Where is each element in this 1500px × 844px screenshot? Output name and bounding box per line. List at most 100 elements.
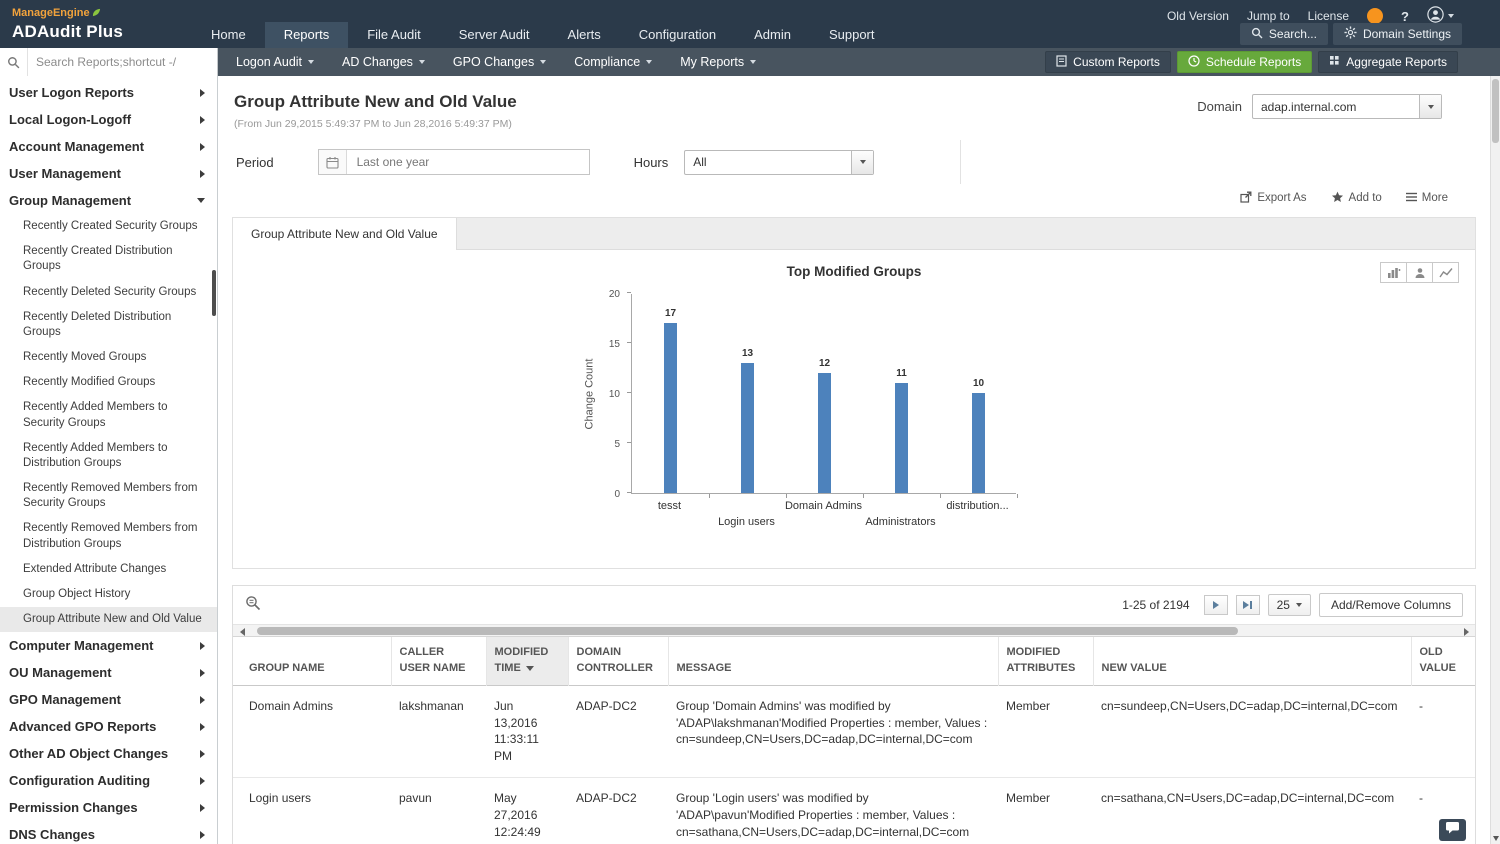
menu-logon-audit[interactable]: Logon Audit	[222, 48, 328, 76]
column-search-icon[interactable]	[245, 595, 261, 616]
sidebar-subitem-recently-created-security-groups[interactable]: Recently Created Security Groups	[0, 214, 217, 239]
sidebar-subitem-extended-attribute-changes[interactable]: Extended Attribute Changes	[0, 557, 217, 582]
nav-support[interactable]: Support	[810, 22, 894, 48]
old-version-link[interactable]: Old Version	[1167, 9, 1229, 23]
sidebar-item-other-ad-object-changes[interactable]: Other AD Object Changes	[0, 740, 217, 767]
chart-bar[interactable]	[664, 323, 677, 493]
sidebar-scrollbar-thumb[interactable]	[212, 270, 216, 316]
table-row[interactable]: Domain AdminslakshmananJun 13,2016 11:33…	[233, 685, 1475, 777]
horizontal-scrollbar-thumb[interactable]	[257, 627, 1238, 635]
column-header-new-value[interactable]: NEW VALUE	[1093, 637, 1411, 685]
column-header-caller-user-name[interactable]: CALLER USER NAME	[391, 637, 486, 685]
sidebar-item-account-management[interactable]: Account Management	[0, 133, 217, 160]
menu-gpo-changes[interactable]: GPO Changes	[439, 48, 560, 76]
chevron-down-icon	[197, 198, 205, 203]
column-header-modified-time[interactable]: MODIFIED TIME	[486, 637, 568, 685]
sidebar-item-user-logon-reports[interactable]: User Logon Reports	[0, 79, 217, 106]
column-header-modified-attributes[interactable]: MODIFIED ATTRIBUTES	[998, 637, 1093, 685]
sidebar-item-permission-changes[interactable]: Permission Changes	[0, 794, 217, 821]
chart-bar[interactable]	[818, 373, 831, 493]
sidebar-subitem-group-object-history[interactable]: Group Object History	[0, 582, 217, 607]
nav-home[interactable]: Home	[192, 22, 265, 48]
hours-select[interactable]: All	[684, 150, 874, 175]
help-icon[interactable]: ?	[1401, 9, 1409, 24]
scroll-down-arrow[interactable]	[1493, 836, 1499, 841]
sidebar-item-gpo-management[interactable]: GPO Management	[0, 686, 217, 713]
sidebar-item-dns-changes[interactable]: DNS Changes	[0, 821, 217, 844]
add-to-link[interactable]: Add to	[1331, 191, 1382, 206]
sidebar-subitem-recently-removed-members-from-distribution-groups[interactable]: Recently Removed Members from Distributi…	[0, 516, 217, 556]
table-row[interactable]: Login userspavunMay 27,2016 12:24:49ADAP…	[233, 778, 1475, 844]
nav-alerts[interactable]: Alerts	[549, 22, 620, 48]
sidebar-subitem-recently-added-members-to-security-groups[interactable]: Recently Added Members to Security Group…	[0, 395, 217, 435]
calendar-icon[interactable]	[319, 150, 347, 174]
column-header-message[interactable]: MESSAGE	[668, 637, 998, 685]
sidebar-item-group-management[interactable]: Group Management	[0, 187, 217, 214]
horizontal-scrollbar[interactable]	[233, 624, 1475, 637]
export-as-label: Export As	[1257, 192, 1306, 204]
bar-chart-view-button[interactable]	[1380, 262, 1407, 283]
sidebar-item-label: Permission Changes	[9, 800, 138, 815]
period-input[interactable]	[347, 150, 589, 174]
sidebar-subitem-group-attribute-new-and-old-value[interactable]: Group Attribute New and Old Value	[0, 607, 217, 632]
nav-configuration[interactable]: Configuration	[620, 22, 735, 48]
column-header-group-name[interactable]: GROUP NAME	[233, 637, 391, 685]
vertical-scrollbar-thumb[interactable]	[1492, 79, 1499, 143]
search-icon[interactable]	[0, 48, 28, 76]
chart-bar[interactable]	[741, 363, 754, 493]
menu-compliance[interactable]: Compliance	[560, 48, 666, 76]
nav-file-audit[interactable]: File Audit	[348, 22, 439, 48]
sidebar-item-ou-management[interactable]: OU Management	[0, 659, 217, 686]
license-link[interactable]: License	[1308, 9, 1349, 23]
period-field	[318, 149, 590, 175]
schedule-reports-label: Schedule Reports	[1206, 55, 1301, 69]
support-icon[interactable]	[1367, 8, 1383, 24]
feedback-button[interactable]	[1439, 819, 1466, 841]
custom-reports-button[interactable]: Custom Reports	[1045, 51, 1171, 73]
domain-select[interactable]: adap.internal.com	[1252, 94, 1442, 119]
cell-new-value: cn=sathana,CN=Users,DC=adap,DC=internal,…	[1093, 778, 1411, 844]
sidebar-subitem-recently-deleted-security-groups[interactable]: Recently Deleted Security Groups	[0, 280, 217, 305]
more-link[interactable]: More	[1406, 192, 1448, 205]
sidebar-subitem-recently-added-members-to-distribution-groups[interactable]: Recently Added Members to Distribution G…	[0, 436, 217, 476]
sidebar-subitem-recently-removed-members-from-security-groups[interactable]: Recently Removed Members from Security G…	[0, 476, 217, 516]
scroll-right-arrow[interactable]	[1459, 627, 1473, 636]
export-as-link[interactable]: Export As	[1240, 191, 1306, 206]
sidebar-item-advanced-gpo-reports[interactable]: Advanced GPO Reports	[0, 713, 217, 740]
tab-group-attribute-new-and-old-value[interactable]: Group Attribute New and Old Value	[233, 218, 457, 250]
scroll-left-arrow[interactable]	[235, 627, 249, 636]
page-size-select[interactable]: 25	[1268, 594, 1311, 616]
sidebar-item-user-management[interactable]: User Management	[0, 160, 217, 187]
x-axis-category-label: Login users	[698, 516, 795, 528]
vertical-scrollbar[interactable]	[1490, 76, 1500, 844]
aggregate-reports-button[interactable]: Aggregate Reports	[1318, 51, 1458, 73]
nav-admin[interactable]: Admin	[735, 22, 810, 48]
y-axis-tick-label: 20	[609, 289, 620, 300]
caret-down-icon	[1448, 14, 1454, 18]
report-search-input[interactable]	[28, 48, 217, 76]
sidebar-subitem-recently-modified-groups[interactable]: Recently Modified Groups	[0, 370, 217, 395]
sidebar-item-local-logon-logoff[interactable]: Local Logon-Logoff	[0, 106, 217, 133]
add-remove-columns-button[interactable]: Add/Remove Columns	[1319, 593, 1463, 617]
menu-my-reports[interactable]: My Reports	[666, 48, 770, 76]
schedule-reports-button[interactable]: Schedule Reports	[1177, 51, 1312, 73]
jump-to-link[interactable]: Jump to	[1247, 9, 1290, 23]
column-header-old-value[interactable]: OLD VALUE	[1411, 637, 1475, 685]
line-chart-view-button[interactable]	[1432, 262, 1459, 283]
sidebar-subitem-recently-moved-groups[interactable]: Recently Moved Groups	[0, 345, 217, 370]
nav-reports[interactable]: Reports	[265, 22, 349, 48]
search-button[interactable]: Search...	[1240, 23, 1328, 45]
sidebar-item-computer-management[interactable]: Computer Management	[0, 632, 217, 659]
nav-server-audit[interactable]: Server Audit	[440, 22, 549, 48]
user-summary-view-button[interactable]	[1406, 262, 1433, 283]
sidebar-item-configuration-auditing[interactable]: Configuration Auditing	[0, 767, 217, 794]
last-page-button[interactable]	[1236, 595, 1260, 615]
chart-bar[interactable]	[972, 393, 985, 493]
column-header-domain-controller[interactable]: DOMAIN CONTROLLER	[568, 637, 668, 685]
sidebar-subitem-recently-created-distribution-groups[interactable]: Recently Created Distribution Groups	[0, 239, 217, 279]
next-page-button[interactable]	[1204, 595, 1228, 615]
sidebar-subitem-recently-deleted-distribution-groups[interactable]: Recently Deleted Distribution Groups	[0, 305, 217, 345]
chart-bar[interactable]	[895, 383, 908, 493]
menu-ad-changes[interactable]: AD Changes	[328, 48, 439, 76]
domain-settings-button[interactable]: Domain Settings	[1333, 23, 1462, 45]
